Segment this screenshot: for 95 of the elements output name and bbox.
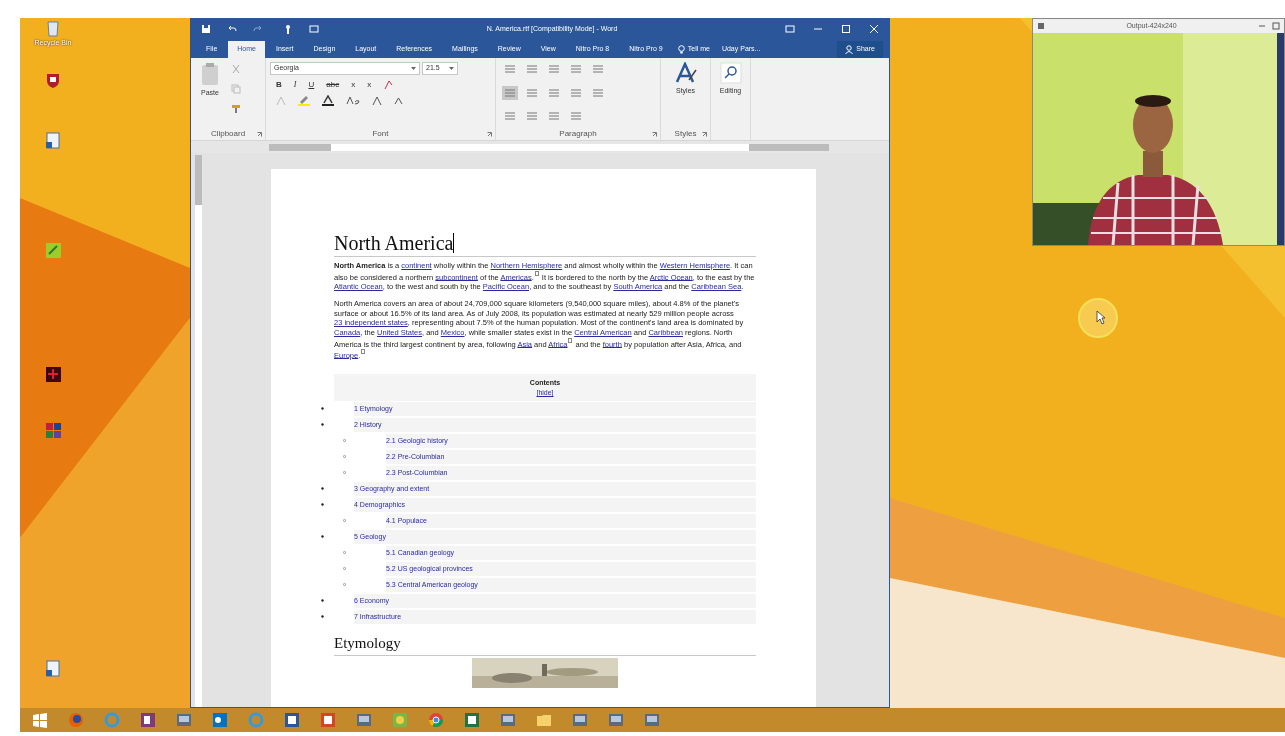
paragraph-mark-icon[interactable] [570, 111, 582, 122]
bullets-icon[interactable] [504, 64, 516, 74]
bullet-icon [343, 567, 346, 571]
bullet-icon [321, 423, 324, 427]
app-icon[interactable] [608, 712, 624, 728]
app-icon[interactable] [644, 712, 660, 728]
shrink-font-icon[interactable] [394, 96, 403, 105]
app-icon[interactable] [500, 712, 516, 728]
cursor-highlight [1078, 298, 1118, 338]
sort-icon[interactable] [548, 111, 560, 122]
highlight-icon[interactable] [298, 95, 310, 106]
bullet-icon [321, 599, 324, 603]
ribbon-display-icon[interactable] [785, 24, 795, 34]
underline-button[interactable]: U [308, 79, 315, 91]
dropdown-caret-icon [411, 67, 416, 70]
subscript-button[interactable]: x [351, 79, 356, 91]
borders-icon[interactable] [526, 111, 538, 122]
cut-icon[interactable] [231, 64, 241, 74]
slides-icon[interactable] [320, 712, 336, 728]
dialog-launcher-icon[interactable] [257, 132, 262, 137]
multilevel-list-icon[interactable] [548, 64, 560, 74]
search-icon [719, 62, 742, 84]
shield-icon[interactable] [44, 72, 62, 89]
document-shortcut-icon[interactable] [44, 660, 62, 677]
numbering-icon[interactable] [526, 64, 538, 74]
dialog-launcher-icon[interactable] [702, 132, 707, 137]
person-icon [845, 45, 854, 54]
notebook-icon[interactable] [140, 712, 156, 728]
bullet-icon [321, 487, 324, 491]
document-icon[interactable] [284, 712, 300, 728]
justify-icon[interactable] [570, 87, 582, 98]
bullet-icon [343, 439, 346, 443]
undo-icon[interactable] [227, 24, 237, 34]
recycle-bin-icon[interactable] [44, 20, 62, 37]
font-color-icon[interactable] [322, 95, 334, 106]
start-icon[interactable] [32, 712, 48, 728]
close-icon[interactable] [869, 24, 879, 34]
bold-button[interactable]: B [276, 79, 282, 91]
increase-indent-icon[interactable] [592, 64, 604, 74]
section-heading: Etymology [334, 634, 401, 651]
print-preview-icon[interactable] [309, 24, 319, 34]
change-case-icon[interactable] [346, 96, 360, 105]
center-icon[interactable] [526, 87, 538, 98]
align-right-icon[interactable] [548, 87, 560, 98]
browser-icon[interactable] [428, 712, 444, 728]
redo-icon[interactable] [253, 24, 263, 34]
dialog-launcher-icon[interactable] [652, 132, 657, 137]
minimize-icon[interactable] [1258, 22, 1266, 30]
grow-font-icon[interactable] [372, 95, 382, 106]
bullet-icon [343, 519, 346, 523]
touch-icon[interactable] [283, 24, 293, 34]
group-label: Styles [674, 129, 697, 139]
bullet-icon [321, 615, 324, 619]
bullet-icon [321, 535, 324, 539]
bullet-icon [343, 583, 346, 587]
app-icon[interactable] [1037, 22, 1045, 30]
strikethrough-button[interactable]: abc [326, 79, 340, 91]
reference-mark[interactable] [568, 337, 573, 343]
group-label: Clipboard [210, 129, 246, 139]
shading-icon[interactable] [504, 111, 516, 122]
app-icon[interactable] [176, 712, 192, 728]
reference-mark[interactable] [361, 348, 366, 354]
clear-formatting-icon[interactable] [383, 80, 394, 90]
italic-button[interactable]: I [293, 79, 297, 91]
clipboard-icon [200, 62, 220, 86]
dialog-launcher-icon[interactable] [487, 132, 492, 137]
lightbulb-icon [677, 45, 685, 54]
bullet-icon [343, 471, 346, 475]
decrease-indent-icon[interactable] [570, 64, 582, 74]
line-spacing-icon[interactable] [592, 87, 604, 98]
text-cursor [453, 233, 455, 253]
pointer-icon [1096, 310, 1106, 325]
superscript-button[interactable]: x [367, 79, 372, 91]
app-icon[interactable] [356, 712, 372, 728]
format-painter-icon[interactable] [231, 104, 241, 114]
browser-icon[interactable] [68, 712, 84, 728]
bullet-icon [321, 407, 324, 411]
maximize-icon[interactable] [1272, 22, 1280, 30]
folder-icon[interactable] [536, 712, 552, 728]
group-label: Paragraph [559, 129, 597, 139]
paint-icon[interactable] [392, 712, 408, 728]
spreadsheet-icon[interactable] [464, 712, 480, 728]
grid-app-icon[interactable] [44, 422, 62, 439]
styles-icon [674, 62, 697, 84]
mail-icon[interactable] [212, 712, 228, 728]
bullet-icon [343, 551, 346, 555]
dropdown-caret-icon [449, 67, 454, 70]
app-icon[interactable] [572, 712, 588, 728]
document-heading: North America [334, 231, 454, 255]
bullet-icon [343, 455, 346, 459]
reference-mark[interactable] [534, 270, 539, 276]
document-shortcut-icon[interactable] [44, 132, 62, 149]
bullet-icon [321, 503, 324, 507]
save-icon[interactable] [201, 24, 211, 34]
group-label: Font [372, 129, 389, 139]
